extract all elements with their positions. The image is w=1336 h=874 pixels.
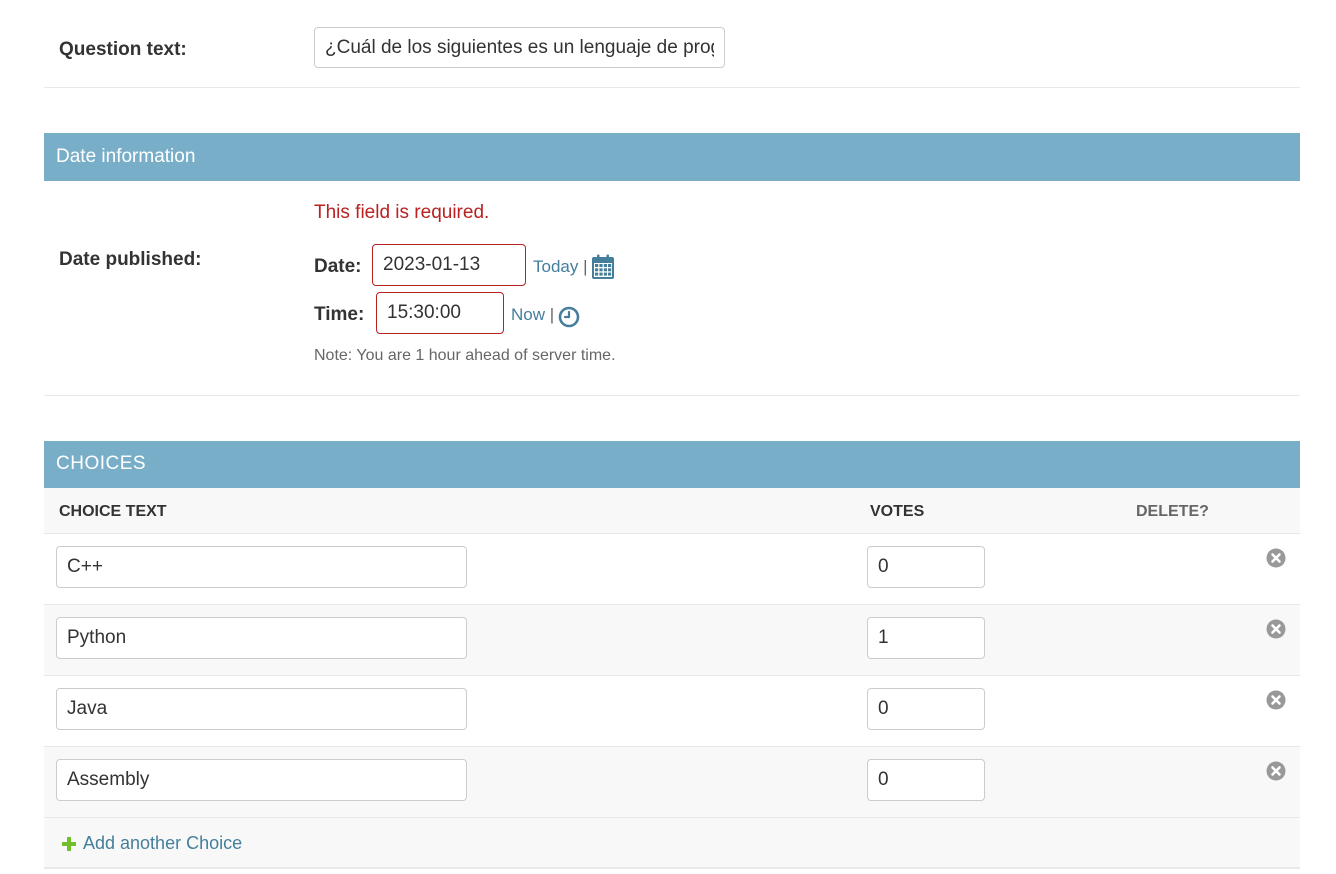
question-text-input[interactable] [314,27,725,68]
choices-table-header: CHOICE TEXT VOTES DELETE? [44,488,1300,534]
date-published-label: Date published: [59,249,202,270]
calendar-icon[interactable] [591,254,615,280]
table-row [44,747,1300,818]
column-header-votes: VOTES [870,503,925,520]
choices-table: CHOICE TEXT VOTES DELETE? C++ 0 Python 1… [44,488,1300,869]
date-published-row: Date published: This field is required. … [44,181,1300,396]
table-row [44,605,1300,676]
date-input[interactable] [372,244,526,286]
time-sublabel: Time: [314,304,365,325]
votes-input[interactable] [867,688,985,730]
votes-input[interactable] [867,617,985,659]
shortcut-separator: | [583,257,588,276]
timezone-note: Note: You are 1 hour ahead of server tim… [314,347,616,364]
date-sublabel: Date: [314,256,362,277]
column-header-choice-text: CHOICE TEXT [59,503,167,520]
clock-icon[interactable] [558,306,580,328]
delete-icon[interactable] [1266,619,1286,639]
table-row [44,676,1300,747]
shortcut-separator: | [549,305,555,324]
delete-icon[interactable] [1266,690,1286,710]
add-another-choice-label: Add another Choice [83,833,243,853]
add-another-choice-link[interactable]: Add another Choice [61,833,242,854]
choices-header: CHOICES [44,441,1300,488]
column-header-delete: DELETE? [1136,503,1209,520]
now-shortcut: Now | [511,305,554,325]
now-link[interactable]: Now [511,305,545,324]
field-error-message: This field is required. [314,202,490,223]
date-information-header[interactable]: Date information [44,133,1300,181]
choice-text-input[interactable] [56,546,467,588]
today-shortcut: Today | [533,257,588,277]
delete-icon[interactable] [1266,761,1286,781]
add-row: Add another Choice [44,818,1300,869]
votes-input[interactable] [867,759,985,801]
delete-icon[interactable] [1266,548,1286,568]
today-link[interactable]: Today [533,257,578,276]
question-text-row: Question text: [44,0,1300,88]
choice-text-input[interactable] [56,617,467,659]
plus-icon [62,836,76,851]
time-input[interactable] [376,292,504,334]
change-form: Question text: Date information Date pub… [44,0,1300,869]
question-text-label: Question text: [59,39,187,60]
votes-input[interactable] [867,546,985,588]
choice-text-input[interactable] [56,688,467,730]
choice-text-input[interactable] [56,759,467,801]
table-row [44,534,1300,605]
